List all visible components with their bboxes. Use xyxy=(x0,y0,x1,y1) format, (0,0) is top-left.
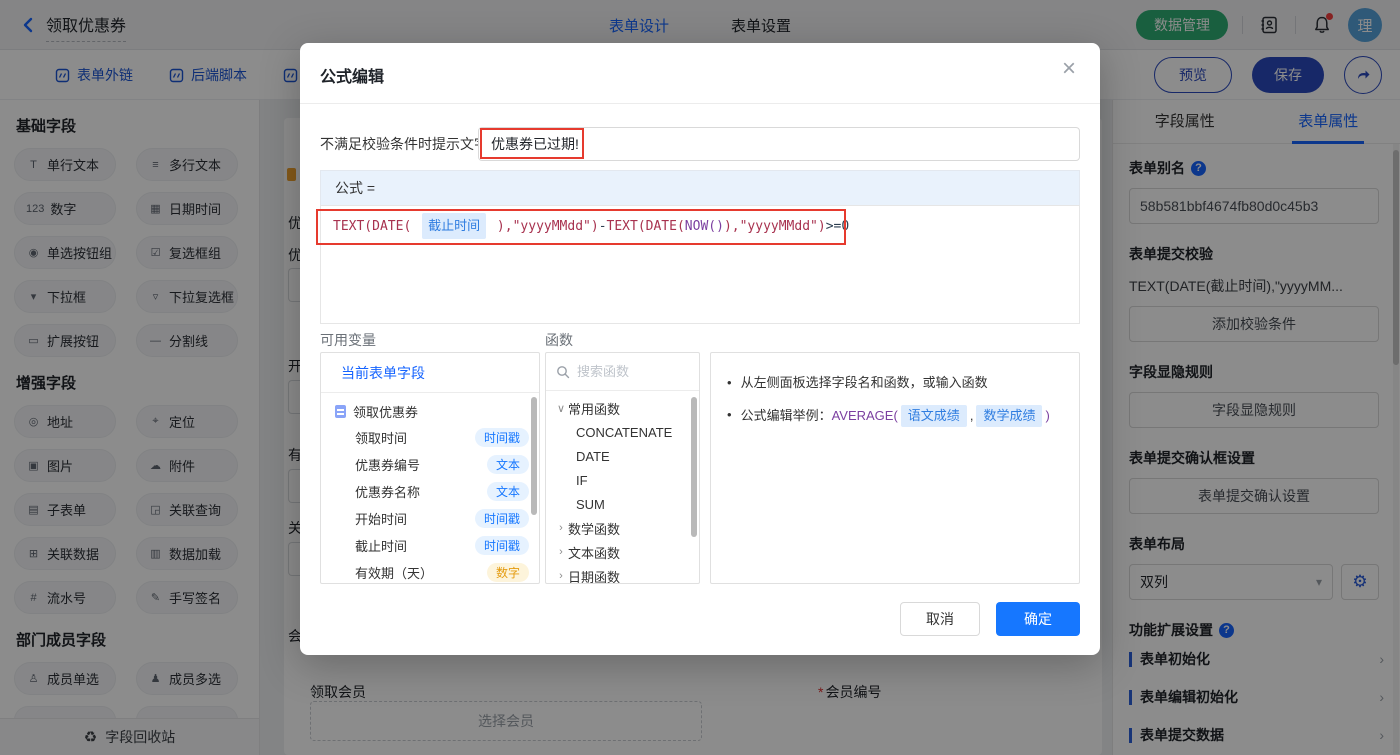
divider xyxy=(300,103,1100,104)
function-label: CONCATENATE xyxy=(576,424,673,440)
function-label: SUM xyxy=(576,496,605,512)
function-label: 数学函数 xyxy=(568,521,621,537)
function-row[interactable]: ∨ 常用函数 xyxy=(546,396,699,420)
tip-2-function: AVERAGE( xyxy=(831,408,898,423)
formula-token: TEXT(DATE( xyxy=(606,219,685,234)
variable-row[interactable]: 优惠券编号 文本 xyxy=(321,451,539,478)
current-form-fields-tab[interactable]: 当前表单字段 xyxy=(321,353,539,393)
formula-token: >=0 xyxy=(825,219,850,234)
modal-title: 公式编辑 xyxy=(320,69,385,86)
variable-rows: 领取时间 时间戳 优惠券编号 文本 优惠券名称 文本 开始时间 时间戳 截止时间… xyxy=(321,424,539,583)
function-row[interactable]: CONCATENATE xyxy=(546,420,699,444)
bullet-icon: • xyxy=(727,407,732,422)
function-row[interactable]: › 数学函数 xyxy=(546,516,699,540)
funcs-panel-label: 函数 xyxy=(545,332,573,348)
functions-scrollbar-thumb[interactable] xyxy=(691,397,697,537)
formula-editor[interactable]: TEXT(DATE( 截止时间 ),"yyyyMMdd")-TEXT(DATE(… xyxy=(320,205,1080,324)
confirm-button[interactable]: 确定 xyxy=(996,602,1080,636)
variable-name: 优惠券编号 xyxy=(355,458,421,473)
function-list: ∨ 常用函数 CONCATENATE DATE IF SUM › 数学函数 › … xyxy=(546,391,699,584)
document-icon xyxy=(335,405,346,418)
function-row[interactable]: › 文本函数 xyxy=(546,540,699,564)
variable-row[interactable]: 领取时间 时间戳 xyxy=(321,424,539,451)
caret-down-icon: ∨ xyxy=(556,402,566,415)
tip-row-2: • 公式编辑举例：AVERAGE(语文成绩, 数学成绩) xyxy=(727,405,1063,427)
formula-token: ),"yyyyMMdd") xyxy=(489,219,599,234)
tip-2-chip: 数学成绩 xyxy=(976,405,1043,427)
tip-1-text: 从左侧面板选择字段名和函数，或输入函数 xyxy=(740,375,988,390)
search-icon xyxy=(557,365,570,378)
variables-scrollbar-thumb[interactable] xyxy=(531,397,537,515)
tip-2-comma: , xyxy=(969,408,974,423)
variable-row[interactable]: 截止时间 时间戳 xyxy=(321,532,539,559)
tip-2-prefix: 公式编辑举例： xyxy=(740,408,832,423)
functions-panel: ∨ 常用函数 CONCATENATE DATE IF SUM › 数学函数 xyxy=(545,352,700,584)
variables-panel: 当前表单字段 领取优惠券 领取时间 时间戳 优惠券编号 文本 优惠券名称 文本 … xyxy=(320,352,540,584)
variable-name: 开始时间 xyxy=(355,512,408,527)
variable-name: 领取时间 xyxy=(355,431,408,446)
variable-row[interactable]: 开始时间 时间戳 xyxy=(321,505,539,532)
bullet-icon: • xyxy=(727,375,732,390)
function-row[interactable]: DATE xyxy=(546,444,699,468)
variable-row[interactable]: 有效期（天） 数字 xyxy=(321,559,539,583)
formula-line: TEXT(DATE( 截止时间 ),"yyyyMMdd")-TEXT(DATE(… xyxy=(333,213,849,239)
caret-right-icon: › xyxy=(559,546,563,558)
variable-name: 有效期（天） xyxy=(355,566,434,581)
help-panel: • 从左侧面板选择字段名和函数，或输入函数 • 公式编辑举例：AVERAGE(语… xyxy=(710,352,1080,584)
variable-name: 截止时间 xyxy=(355,539,408,554)
function-label: IF xyxy=(576,472,588,488)
formula-token: TEXT(DATE( xyxy=(333,219,420,234)
tip-2-suffix: ) xyxy=(1045,408,1050,423)
form-tree-root-label: 领取优惠券 xyxy=(353,405,419,420)
close-icon[interactable]: × xyxy=(1062,57,1076,81)
formula-token: 截止时间 xyxy=(422,213,487,239)
function-label: DATE xyxy=(576,448,610,464)
function-search-input[interactable] xyxy=(577,364,677,379)
formula-equals-bar: 公式 = xyxy=(320,170,1080,205)
formula-token: NOW() xyxy=(684,219,724,234)
function-label: 文本函数 xyxy=(568,545,621,561)
form-tree-root[interactable]: 领取优惠券 xyxy=(321,393,539,424)
caret-right-icon: › xyxy=(559,570,563,582)
tip-row-1: • 从左侧面板选择字段名和函数，或输入函数 xyxy=(727,373,1063,393)
type-badge: 数字 xyxy=(486,563,529,582)
type-badge: 时间戳 xyxy=(474,536,529,555)
vars-panel-label: 可用变量 xyxy=(320,332,376,348)
tip-2-chip: 语文成绩 xyxy=(900,405,967,427)
prompt-text-input[interactable] xyxy=(478,127,1080,161)
function-row[interactable]: IF xyxy=(546,468,699,492)
variable-name: 优惠券名称 xyxy=(355,485,421,500)
function-label: 日期函数 xyxy=(568,569,621,584)
formula-edit-modal: 公式编辑 × 不满足校验条件时提示文字: 公式 = TEXT(DATE( 截止时… xyxy=(300,43,1100,655)
function-label: 常用函数 xyxy=(568,401,621,417)
function-row[interactable]: SUM xyxy=(546,492,699,516)
type-badge: 文本 xyxy=(486,455,529,474)
formula-token: ),"yyyyMMdd") xyxy=(723,219,826,234)
type-badge: 文本 xyxy=(486,482,529,501)
function-row[interactable]: › 日期函数 xyxy=(546,564,699,584)
caret-right-icon: › xyxy=(559,522,563,534)
formula-token: - xyxy=(598,219,607,234)
type-badge: 时间戳 xyxy=(474,428,529,447)
cancel-button[interactable]: 取消 xyxy=(900,602,980,636)
function-search-row xyxy=(546,353,699,391)
tip-2-text: 公式编辑举例：AVERAGE(语文成绩, 数学成绩) xyxy=(741,405,1050,427)
type-badge: 时间戳 xyxy=(474,509,529,528)
prompt-text-label: 不满足校验条件时提示文字: xyxy=(320,136,492,152)
variable-row[interactable]: 优惠券名称 文本 xyxy=(321,478,539,505)
